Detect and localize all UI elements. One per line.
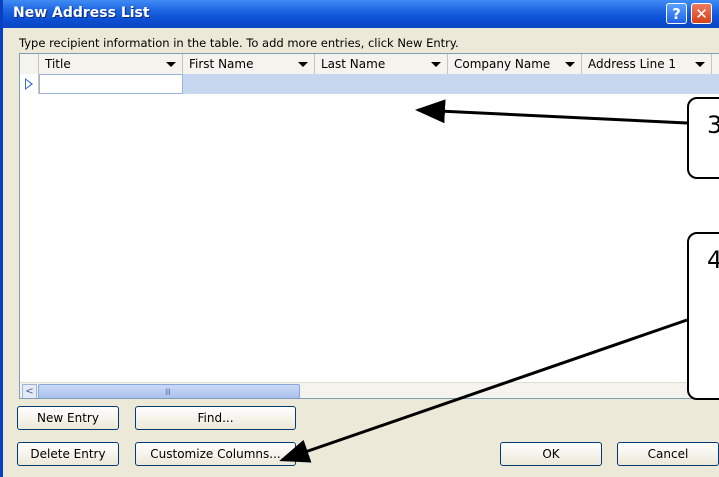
row-selector[interactable] — [20, 74, 39, 94]
instruction-text: Type recipient information in the table.… — [19, 36, 459, 50]
scroll-thumb[interactable]: III — [38, 384, 300, 398]
dialog-title: New Address List — [13, 5, 150, 21]
header-corner — [20, 54, 39, 74]
find-button[interactable]: Find... — [135, 406, 296, 430]
button-label: Cancel — [647, 447, 689, 461]
column-header-title[interactable]: Title — [39, 54, 183, 74]
dropdown-arrow-icon[interactable] — [565, 62, 575, 67]
new-entry-button[interactable]: New Entry — [17, 406, 119, 430]
column-header-first-name[interactable]: First Name — [183, 54, 315, 74]
delete-entry-button[interactable]: Delete Entry — [17, 442, 119, 466]
grip-icon: III — [165, 388, 171, 398]
recipient-table[interactable]: Title First Name Last Name Company Name … — [19, 53, 719, 399]
dropdown-arrow-icon[interactable] — [298, 62, 308, 67]
new-address-list-dialog: New Address List ? ✕ Type recipient info… — [0, 0, 719, 477]
close-button[interactable]: ✕ — [691, 3, 712, 24]
ok-button[interactable]: OK — [500, 442, 602, 466]
button-label: OK — [542, 447, 560, 461]
callout-number: 3 — [707, 111, 719, 139]
button-label: Delete Entry — [30, 447, 106, 461]
horizontal-scrollbar[interactable]: < III — [20, 382, 719, 398]
column-label: Company Name — [454, 57, 551, 71]
column-header-company-name[interactable]: Company Name — [448, 54, 582, 74]
column-label: Address Line 1 — [588, 57, 677, 71]
help-button[interactable]: ? — [666, 3, 687, 24]
title-cell[interactable] — [39, 74, 183, 94]
callout-number: 4 — [707, 246, 719, 274]
table-row[interactable] — [183, 74, 719, 94]
customize-columns-button[interactable]: Customize Columns... — [135, 442, 296, 466]
button-label: Find... — [197, 411, 234, 425]
dropdown-arrow-icon[interactable] — [431, 62, 441, 67]
dropdown-arrow-icon[interactable] — [166, 62, 176, 67]
cancel-button[interactable]: Cancel — [617, 442, 719, 466]
step-3-callout: 3 — [687, 97, 719, 179]
column-label: First Name — [189, 57, 254, 71]
button-label: New Entry — [37, 411, 99, 425]
row-pointer-icon — [25, 78, 33, 90]
column-label: Title — [45, 57, 71, 71]
button-label: Customize Columns... — [150, 447, 281, 461]
step-4-callout: 4 — [687, 232, 719, 400]
column-header-last-name[interactable]: Last Name — [315, 54, 448, 74]
title-bar[interactable]: New Address List ? ✕ — [3, 0, 719, 28]
table-header: Title First Name Last Name Company Name … — [20, 54, 719, 75]
column-label: Last Name — [321, 57, 386, 71]
scroll-left-icon[interactable]: < — [22, 384, 37, 398]
column-header-address-line-1[interactable]: Address Line 1 — [582, 54, 712, 74]
dropdown-arrow-icon[interactable] — [695, 62, 705, 67]
